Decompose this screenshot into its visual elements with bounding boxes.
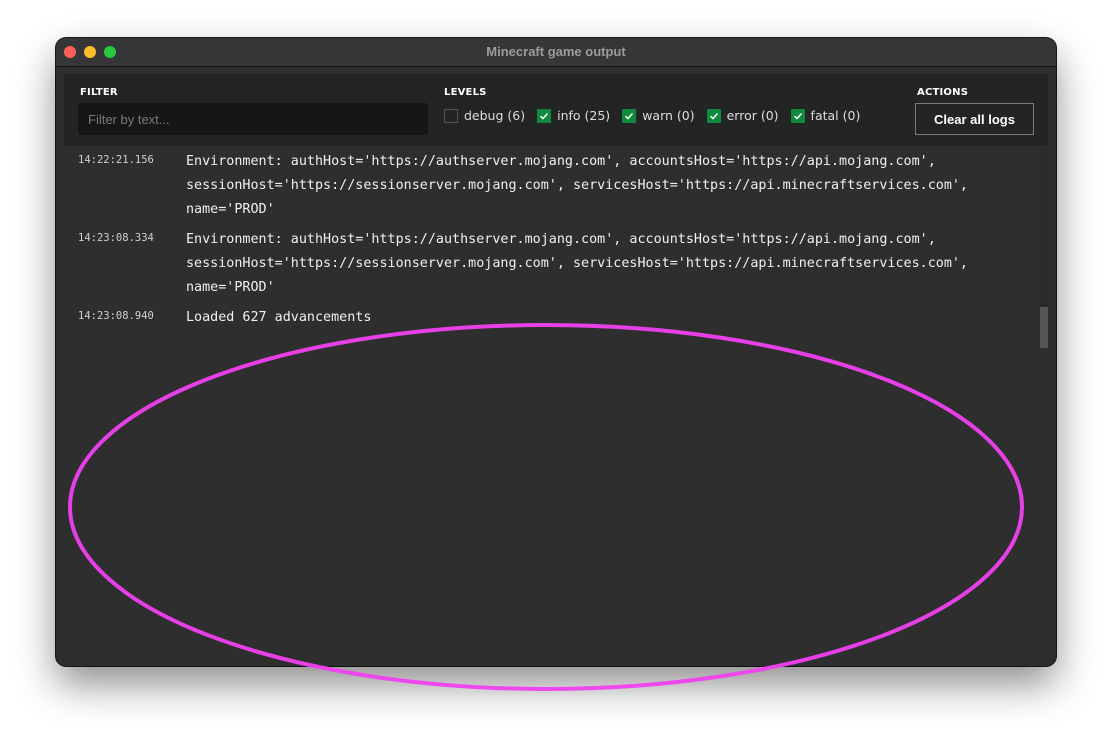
log-timestamp: 14:23:08.334 — [78, 232, 154, 244]
check-icon — [793, 112, 802, 120]
level-debug[interactable]: debug (6) — [444, 108, 525, 123]
log-entry: 14:22:21.156 Environment: authHost='https… — [64, 150, 1040, 222]
level-label: info (25) — [557, 108, 611, 123]
levels-label: LEVELS — [444, 87, 487, 98]
toolbar: FILTER LEVELS debug (6) info (25) warn (0)… — [64, 74, 1048, 146]
scrollbar[interactable] — [1040, 149, 1048, 348]
level-fatal[interactable]: fatal (0) — [790, 108, 861, 123]
game-output-window: Minecraft game output FILTER LEVELS debu… — [56, 38, 1056, 666]
filter-input[interactable] — [78, 103, 428, 135]
log-timestamp: 14:22:21.156 — [78, 154, 154, 166]
clear-all-logs-button[interactable]: Clear all logs — [915, 103, 1034, 135]
level-error[interactable]: error (0) — [706, 108, 779, 123]
level-label: fatal (0) — [810, 108, 861, 123]
scrollbar-thumb[interactable] — [1040, 307, 1048, 348]
level-label: debug (6) — [464, 108, 526, 123]
check-icon — [625, 112, 634, 120]
level-label: warn (0) — [642, 108, 695, 123]
window-title: Minecraft game output — [486, 44, 626, 59]
level-info[interactable]: info (25) — [537, 108, 610, 123]
level-warn[interactable]: warn (0) — [622, 108, 695, 123]
filter-label: FILTER — [80, 87, 118, 98]
levels-group: debug (6) info (25) warn (0) error (0) fatal… — [444, 108, 860, 123]
check-icon — [709, 112, 718, 120]
log-entry: 14:23:08.334 Environment: authHost='https… — [64, 228, 1040, 300]
log-message: Loaded 627 advancements — [186, 310, 372, 325]
log-message: Environment: authHost='https://authserve… — [186, 154, 977, 217]
log-message: Environment: authHost='https://authserve… — [186, 232, 977, 295]
checkbox[interactable] — [537, 108, 552, 123]
log-timestamp: 14:23:08.940 — [78, 310, 154, 322]
checkbox[interactable] — [622, 108, 637, 123]
check-icon — [540, 112, 549, 120]
title-bar: Minecraft game output — [56, 38, 1056, 67]
checkbox[interactable] — [706, 108, 721, 123]
checkbox[interactable] — [444, 108, 458, 123]
checkbox[interactable] — [790, 108, 805, 123]
level-label: error (0) — [726, 108, 779, 123]
actions-label: ACTIONS — [917, 87, 969, 98]
log-entry: 14:23:08.940 Loaded 627 advancements — [64, 306, 1040, 330]
log-list: 14:22:21.156 Environment: authHost='https… — [64, 150, 1040, 336]
